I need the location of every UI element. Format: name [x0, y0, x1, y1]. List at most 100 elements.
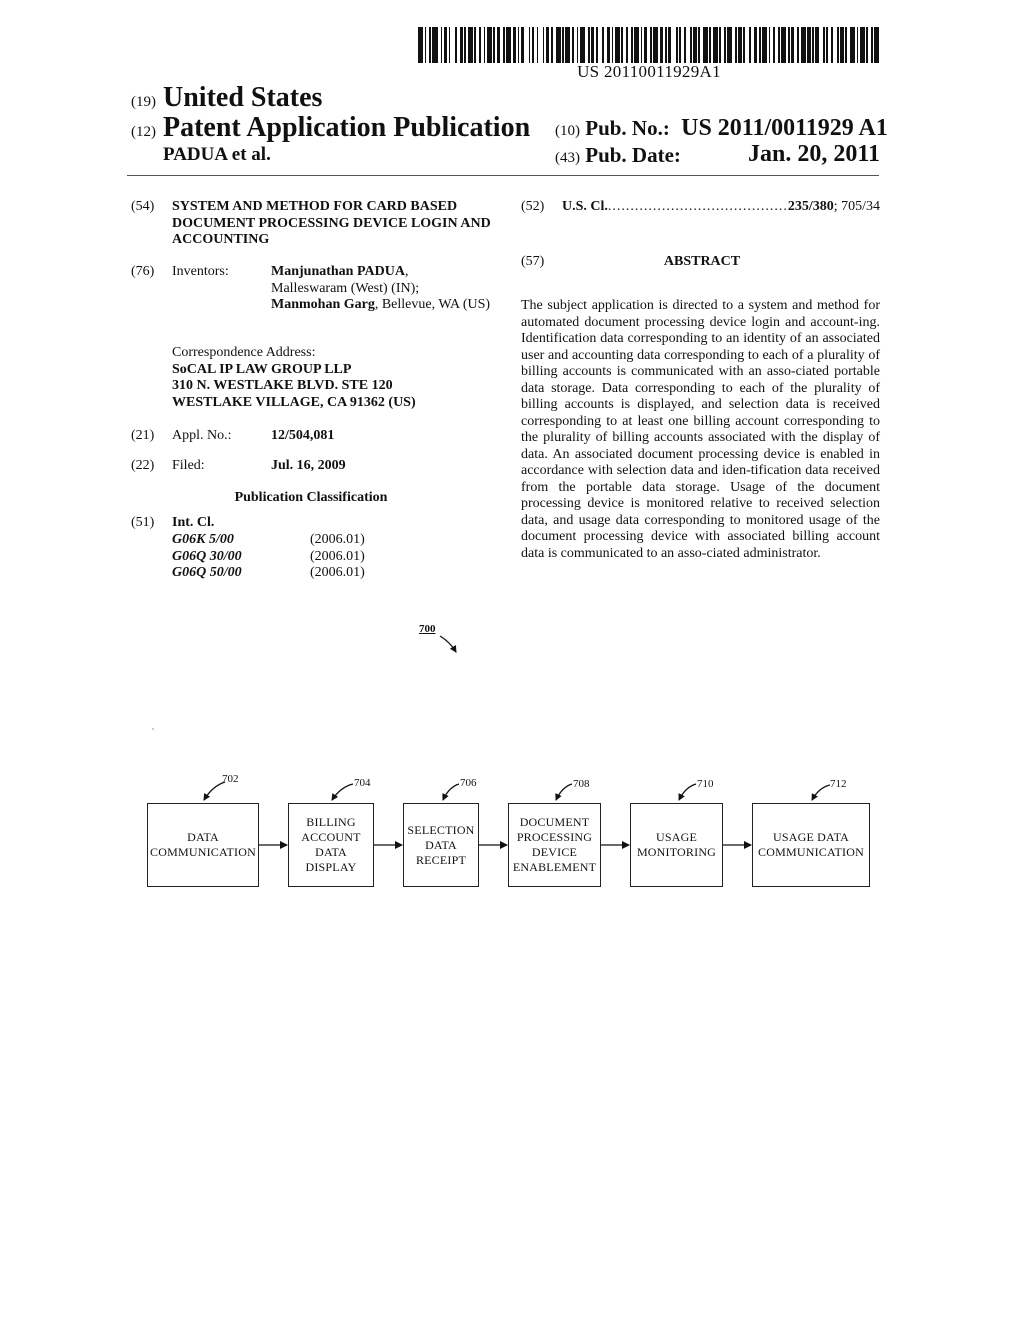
flowchart-step-label: DATA COMMUNICATION — [150, 830, 256, 860]
flowchart-step-ref-number: 708 — [573, 778, 590, 790]
flowchart-step-label: USAGE DATA COMMUNICATION — [758, 830, 864, 860]
flowchart-step-label-line: SELECTION — [407, 822, 475, 837]
publication-type-code: (12) — [131, 124, 156, 140]
flowchart-step-label: DOCUMENT PROCESSING DEVICE ENABLEMENT — [513, 815, 596, 875]
flowchart-step-label-line: MONITORING — [636, 845, 717, 859]
flowchart-step-706: SELECTION DATA RECEIPT — [403, 803, 479, 887]
flowchart-step-label-line: DOCUMENT — [519, 815, 590, 829]
flowchart-step-label: SELECTION DATA RECEIPT — [407, 823, 474, 868]
us-cl-label: U.S. Cl. — [562, 199, 608, 214]
flowchart-step-label-line: COMMUNICATION — [150, 845, 256, 859]
abstract-text: The subject application is directed to a… — [521, 298, 880, 561]
correspondence-line: SoCAL IP LAW GROUP LLP — [172, 361, 352, 377]
flowchart-step-label-line: DATA — [315, 845, 347, 859]
us-cl-secondary: ; 705/34 — [833, 199, 880, 214]
abstract-heading: ABSTRACT — [663, 254, 741, 269]
int-cl-class: G06Q 50/00 — [172, 565, 242, 580]
country-heading: (19) United States — [131, 82, 322, 114]
filed-label: Filed: — [172, 458, 205, 473]
int-cl-code: (51) — [131, 515, 155, 530]
flowchart-step-label-line: COMMUNICATION — [758, 845, 864, 859]
inventors-code: (76) — [131, 264, 155, 279]
figure-reference-number: 700 — [419, 623, 436, 635]
flowchart-step-label-line: USAGE — [655, 830, 697, 844]
figure-pointer-arrow — [439, 635, 457, 653]
inventors-list: Manjunathan PADUA, Malleswaram (West) (I… — [271, 264, 491, 312]
int-cl-row: G06K 5/00 (2006.01) — [172, 532, 432, 549]
ref-leader-arrow — [331, 783, 354, 801]
inventor-short: PADUA et al. — [163, 144, 271, 165]
publication-type: Patent Application Publication — [163, 112, 531, 143]
flowchart-step-label-line: DEVICE — [531, 845, 578, 859]
flowchart-step-label-line: BILLING — [306, 815, 356, 829]
patent-title: SYSTEM AND METHOD FOR CARD BASED DOCUMEN… — [172, 199, 491, 247]
int-cl-class: G06Q 30/00 — [172, 548, 242, 564]
int-cl-version: (2006.01) — [310, 548, 365, 564]
ref-leader-arrow — [811, 784, 831, 801]
flowchart-step-label-line: DATA — [187, 830, 219, 844]
inventor-name: Manmohan Garg — [271, 297, 375, 312]
barcode-number: US 20110011929A1 — [577, 62, 721, 81]
pub-date: Jan. 20, 2011 — [747, 141, 880, 167]
appl-no-label: Appl. No.: — [172, 428, 232, 443]
publication-type-heading: (12) Patent Application Publication — [131, 112, 530, 144]
barcode — [418, 27, 880, 63]
flowchart-step-ref-number: 702 — [222, 773, 239, 785]
publication-classification-heading: Publication Classification — [234, 490, 388, 505]
ref-leader-arrow — [442, 783, 460, 801]
correspondence-line: 310 N. WESTLAKE BLVD. STE 120 — [172, 378, 393, 393]
inventor-location: Malleswaram (West) (IN); — [271, 280, 420, 296]
pub-date-label: Pub. Date: — [585, 143, 681, 167]
int-cl-class: G06K 5/00 — [172, 532, 234, 547]
flowchart-step-label-line: PROCESSING — [516, 830, 593, 844]
flowchart-step-label-line: DISPLAY — [305, 860, 357, 874]
flowchart-step-ref-number: 712 — [830, 778, 847, 790]
inventors-label: Inventors: — [172, 264, 229, 279]
flowchart-connectors — [203, 635, 831, 849]
flowchart-step-label: BILLING ACCOUNT DATA DISPLAY — [301, 815, 360, 875]
pub-date-code: (43) — [555, 150, 580, 166]
ref-leader-arrow — [555, 783, 573, 801]
int-cl-version: (2006.01) — [310, 565, 365, 580]
int-cl-version: (2006.01) — [310, 532, 365, 547]
flowchart-step-710: USAGE MONITORING — [630, 803, 723, 887]
flowchart-step-label-line: USAGE DATA — [772, 830, 850, 844]
flowchart-step-ref-number: 704 — [354, 777, 371, 789]
flowchart-step-702: DATA COMMUNICATION — [147, 803, 259, 887]
flowchart-step-704: BILLING ACCOUNT DATA DISPLAY — [288, 803, 374, 887]
flowchart-step-ref-number: 706 — [460, 777, 477, 789]
header-divider — [127, 175, 879, 176]
int-cl-list: G06K 5/00 (2006.01) G06Q 30/00 (2006.01)… — [172, 532, 432, 582]
flowchart-step-label-line: RECEIPT — [415, 852, 467, 867]
flowchart-step-label-line: DATA — [425, 837, 457, 852]
flowchart-step-708: DOCUMENT PROCESSING DEVICE ENABLEMENT — [508, 803, 601, 887]
correspondence-line: WESTLAKE VILLAGE, CA 91362 (US) — [172, 394, 416, 410]
pub-date-label-line: (43) Pub. Date: — [555, 143, 681, 168]
pub-number: US 2011/0011929 A1 — [681, 115, 888, 141]
filed-code: (22) — [131, 458, 155, 473]
int-cl-row: G06Q 50/00 (2006.01) — [172, 565, 432, 582]
country-name: United States — [163, 82, 323, 113]
int-cl-label: Int. Cl. — [172, 515, 215, 530]
pub-number-label: Pub. No.: — [585, 116, 670, 140]
abstract-code: (57) — [521, 254, 545, 269]
int-cl-row: G06Q 30/00 (2006.01) — [172, 549, 432, 566]
flowchart-step-712: USAGE DATA COMMUNICATION — [752, 803, 870, 887]
appl-no-value: 12/504,081 — [271, 428, 335, 443]
barcode-bar — [874, 27, 880, 63]
pub-number-line: (10) Pub. No.: US 2011/0011929 A1 — [555, 115, 888, 142]
flowchart-step-label: USAGE MONITORING — [637, 830, 716, 860]
filed-value: Jul. 16, 2009 — [271, 458, 346, 473]
us-cl-primary: 235/380 — [787, 199, 834, 214]
inventor-name: Manjunathan PADUA — [271, 264, 405, 279]
inventor-location: Bellevue, WA (US) — [381, 297, 491, 312]
country-code: (19) — [131, 94, 156, 110]
us-cl-line: U.S. Cl. ...............................… — [562, 199, 880, 216]
us-cl-code: (52) — [521, 199, 545, 214]
correspondence-label: Correspondence Address: — [172, 345, 316, 360]
flowchart-step-label-line: ENABLEMENT — [512, 860, 597, 874]
correspondence-address: Correspondence Address: SoCAL IP LAW GRO… — [172, 345, 492, 411]
flowchart-step-ref-number: 710 — [697, 778, 714, 790]
us-cl-leader-dots: ........................................… — [607, 199, 788, 214]
pub-number-code: (10) — [555, 123, 580, 139]
